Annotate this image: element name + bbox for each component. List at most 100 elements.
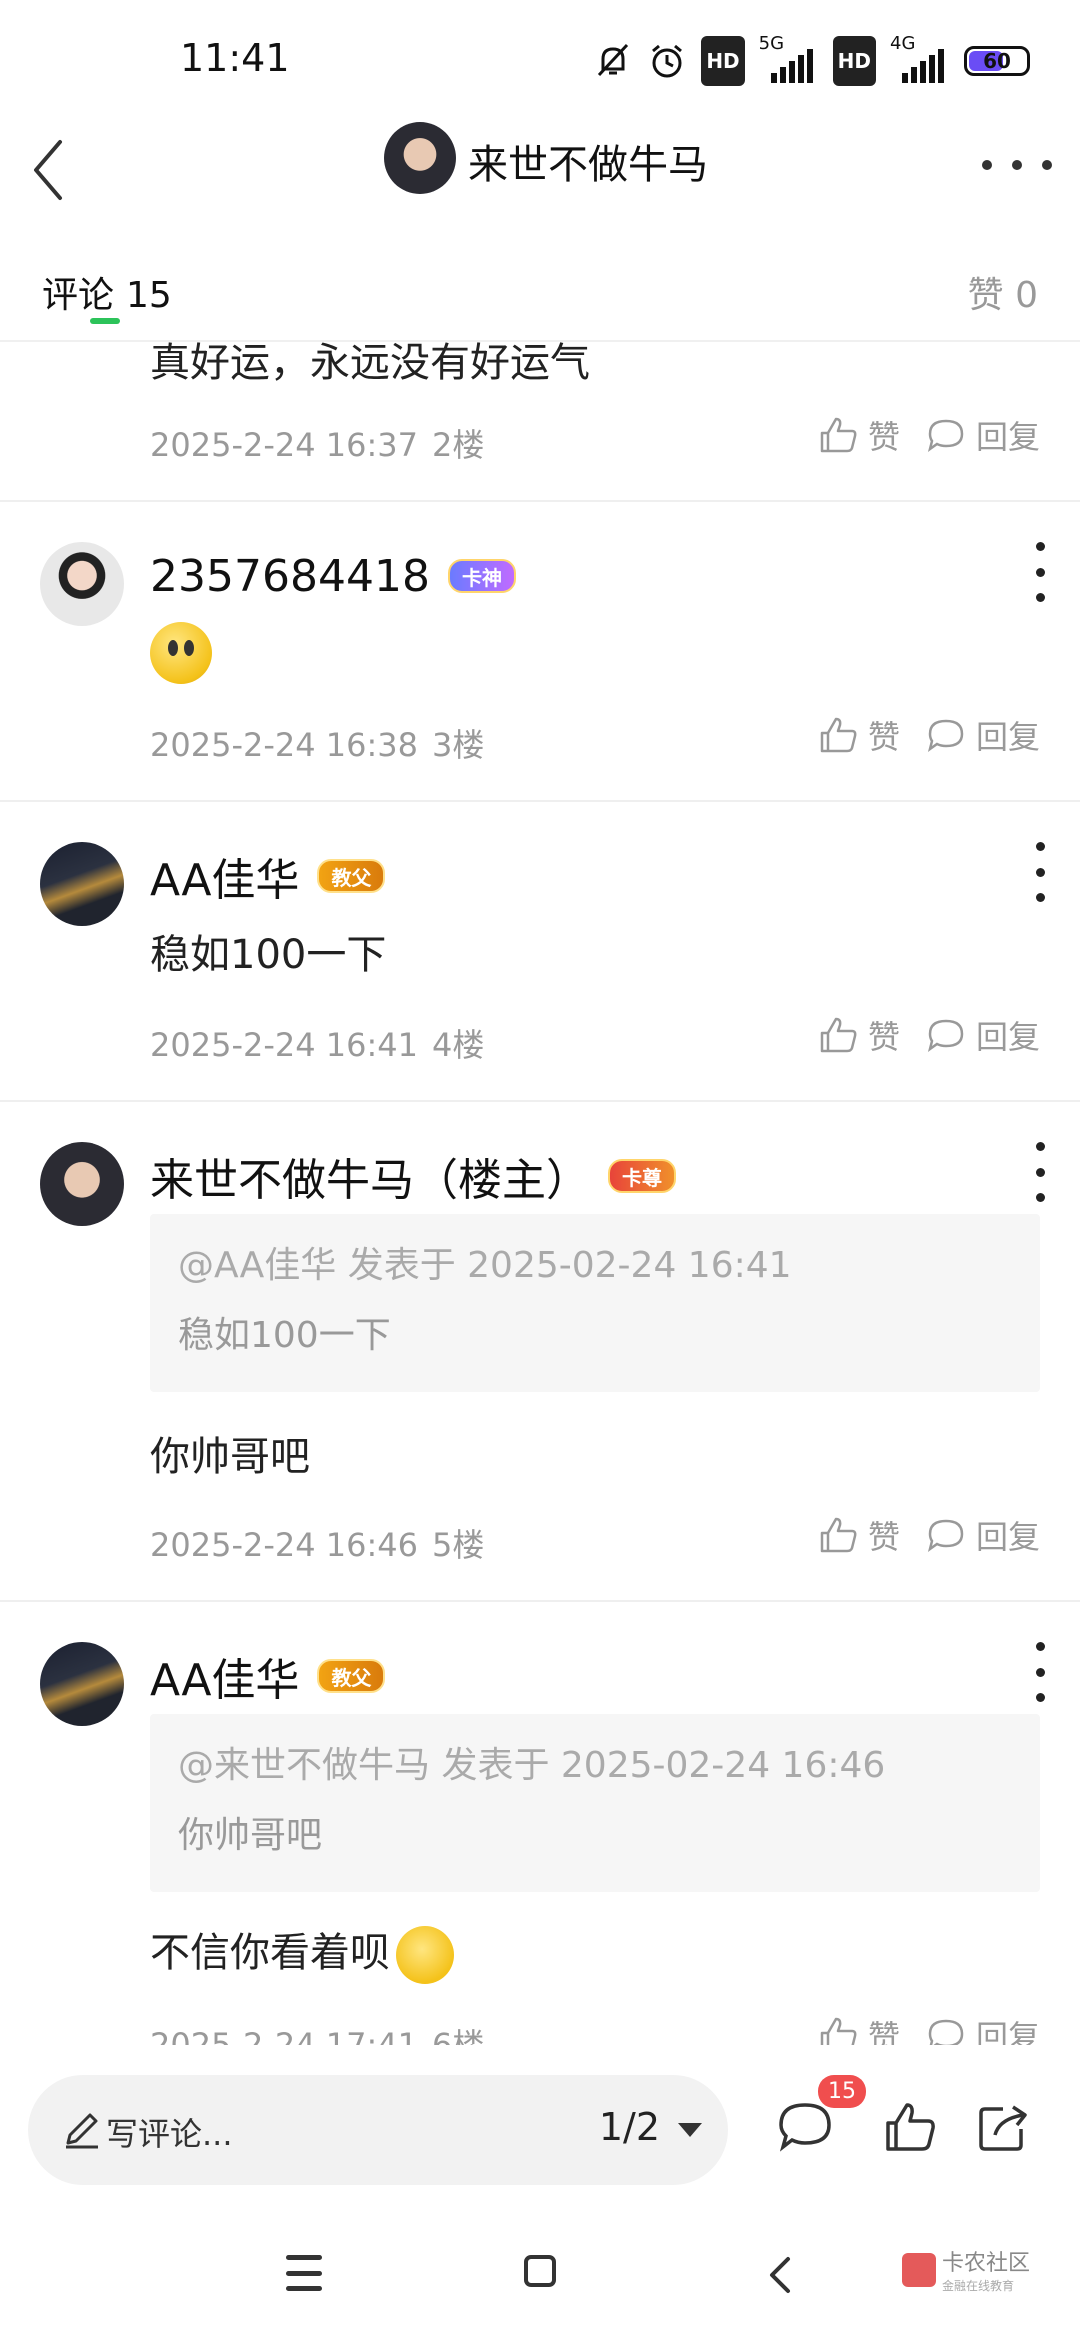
comment-bubble-icon (927, 419, 964, 452)
user-avatar[interactable] (40, 1142, 124, 1226)
like-button[interactable]: 赞 (816, 712, 900, 758)
shush-emoji-icon (396, 1926, 454, 1984)
user-name[interactable]: 2357684418 (150, 551, 430, 602)
user-name[interactable]: 来世不做牛马（楼主） (150, 1144, 590, 1208)
watermark-title: 卡农社区 (941, 2251, 1030, 2276)
comment-meta: 2025-2-24 16:38 3楼 (150, 720, 498, 766)
comment-time: 2025-2-24 16:37 (150, 426, 418, 464)
mute-bell-icon (593, 39, 633, 83)
like-button[interactable]: 赞 (816, 1012, 900, 1058)
comment-menu-icon[interactable] (1030, 842, 1050, 902)
page-indicator[interactable]: 1/2 (599, 2105, 660, 2149)
reply-button[interactable]: 回复 (924, 1512, 1040, 1558)
watermark-logo: 卡农社区 金融在线教育 (901, 2245, 1030, 2294)
author-avatar[interactable] (384, 122, 456, 194)
quote-header: @来世不做牛马 发表于 2025-02-24 16:46 (178, 1745, 886, 1786)
comment-placeholder: 写评论... (106, 2115, 233, 2153)
comment-count-badge: 15 (818, 2075, 866, 2108)
nav-back-icon[interactable] (760, 2253, 800, 2297)
smiley-emoji-icon (150, 622, 212, 684)
comment-bubble-icon (927, 1519, 964, 1552)
pen-icon (66, 2113, 98, 2149)
comment-menu-icon[interactable] (1030, 1142, 1050, 1202)
reply-button[interactable]: 回复 (924, 2012, 1040, 2045)
comment-actions: 赞 回复 (816, 1012, 1040, 1058)
user-avatar[interactable] (40, 1642, 124, 1726)
comment-bubble-icon (927, 1019, 964, 1052)
status-time: 11:41 (180, 36, 290, 80)
comment-actions: 赞 回复 (816, 712, 1040, 758)
active-tab-indicator (90, 318, 120, 324)
quote-header: @AA佳华 发表于 2025-02-24 16:41 (178, 1245, 792, 1286)
quoted-comment[interactable]: @AA佳华 发表于 2025-02-24 16:41 稳如100一下 (150, 1214, 1040, 1392)
comment-floor: 6楼 (432, 2026, 485, 2045)
menu-icon[interactable] (286, 2255, 322, 2291)
comment-floor: 5楼 (432, 1526, 485, 1564)
comment-text: 你帅哥吧 (150, 1434, 310, 1480)
comment-text: 真好运，永远没有好运气 (150, 340, 590, 386)
user-row: 2357684418 卡神 (150, 546, 516, 606)
quoted-comment[interactable]: @来世不做牛马 发表于 2025-02-24 16:46 你帅哥吧 (150, 1714, 1040, 1892)
comment-item: AA佳华 教父 稳如100一下 2025-2-24 16:41 4楼 赞 回复 (0, 802, 1080, 1102)
comment-actions: 赞 回复 (816, 2012, 1040, 2045)
comment-actions: 赞 回复 (816, 1512, 1040, 1558)
like-button[interactable]: 赞 (816, 1512, 900, 1558)
comment-time: 2025-2-24 16:46 (150, 1526, 418, 1564)
watermark-subtitle: 金融在线教育 (941, 2279, 1014, 2293)
comment-time: 2025-2-24 17:41 (150, 2026, 418, 2045)
chevron-down-icon[interactable] (678, 2123, 702, 2137)
reply-button[interactable]: 回复 (924, 412, 1040, 458)
comment-meta: 2025-2-24 16:37 2楼 (150, 420, 498, 466)
comment-time: 2025-2-24 16:41 (150, 1026, 418, 1064)
comment-text: 稳如100一下 (150, 932, 387, 978)
user-row: 来世不做牛马（楼主） 卡尊 (150, 1146, 676, 1206)
comment-bubble-icon (927, 719, 964, 752)
like-button[interactable]: 赞 (816, 412, 900, 458)
comment-item: 来世不做牛马（楼主） 卡尊 @AA佳华 发表于 2025-02-24 16:41… (0, 1102, 1080, 1602)
hd-voice-icon-2: HD (832, 36, 876, 86)
thumbs-up-icon (820, 1517, 857, 1553)
battery-icon: 60 (964, 46, 1030, 76)
comment-list[interactable]: 真好运，永远没有好运气 2025-2-24 16:37 2楼 赞 回复 23576… (0, 340, 1080, 2045)
like-icon[interactable] (880, 2097, 940, 2157)
user-avatar[interactable] (40, 542, 124, 626)
system-nav-bar: 卡农社区 金融在线教育 (0, 2215, 1080, 2340)
tab-comments-count: 15 (126, 275, 172, 316)
back-button[interactable] (20, 128, 80, 208)
quote-text: 你帅哥吧 (178, 1815, 323, 1856)
thumbs-up-icon (820, 1017, 857, 1053)
comment-floor: 4楼 (432, 1026, 485, 1064)
comment-menu-icon[interactable] (1030, 1642, 1050, 1702)
like-button[interactable]: 赞 (816, 2012, 900, 2045)
user-badge: 卡尊 (608, 1159, 676, 1193)
comment-bubble-icon (928, 2019, 964, 2045)
user-name[interactable]: AA佳华 (150, 1644, 299, 1708)
user-name[interactable]: AA佳华 (150, 844, 299, 908)
reply-button[interactable]: 回复 (924, 712, 1040, 758)
user-avatar[interactable] (40, 842, 124, 926)
more-options-icon[interactable] (982, 140, 1052, 190)
user-badge: 卡神 (447, 559, 516, 593)
comment-item: AA佳华 教父 @来世不做牛马 发表于 2025-02-24 16:46 你帅哥… (0, 1602, 1080, 2045)
alarm-icon (647, 39, 687, 83)
home-icon[interactable] (524, 2255, 556, 2287)
comment-meta: 2025-2-24 17:41 6楼 (150, 2020, 498, 2045)
thumbs-up-icon (820, 2017, 857, 2045)
signal-5g-icon: 5G (759, 33, 819, 83)
thumbs-up-icon (820, 717, 857, 753)
hd-voice-icon: HD (701, 36, 745, 86)
tab-comments[interactable]: 评论 15 (42, 266, 172, 318)
comment-item: 真好运，永远没有好运气 2025-2-24 16:37 2楼 赞 回复 (0, 340, 1080, 502)
quote-text: 稳如100一下 (178, 1315, 391, 1356)
bottom-action-bar: 写评论... 1/2 15 (0, 2045, 1080, 2215)
comment-input[interactable]: 写评论... 1/2 (28, 2075, 728, 2185)
tab-likes[interactable]: 赞 0 (968, 266, 1038, 318)
comment-menu-icon[interactable] (1030, 542, 1050, 602)
thumbs-up-icon (820, 417, 857, 453)
share-icon[interactable] (973, 2097, 1033, 2157)
author-name[interactable]: 来世不做牛马 (468, 132, 708, 190)
comment-text: 不信你看着呗 (150, 1930, 390, 1976)
reply-button[interactable]: 回复 (924, 1012, 1040, 1058)
comment-item: 2357684418 卡神 2025-2-24 16:38 3楼 赞 回复 (0, 502, 1080, 802)
comment-time: 2025-2-24 16:38 (150, 726, 418, 764)
